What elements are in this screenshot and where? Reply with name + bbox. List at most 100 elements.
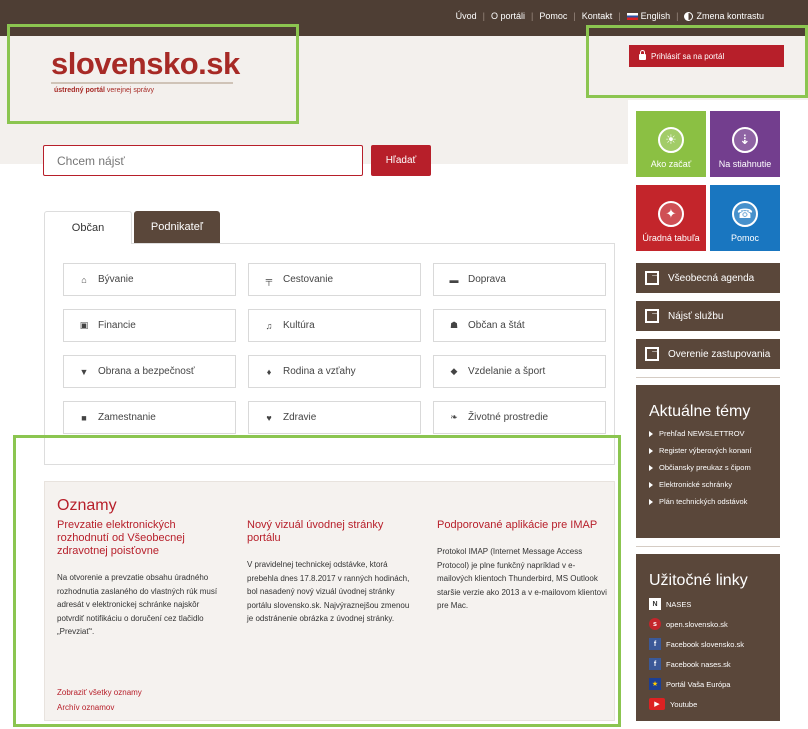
door-exit-icon [645, 268, 661, 285]
useful-link[interactable]: ★ Portál Vaša Európa [649, 678, 780, 690]
link-label: Facebook slovensko.sk [666, 639, 744, 649]
news-body: V pravidelnej technickej odstávke, ktorá… [247, 560, 410, 623]
shield-icon: ▼ [79, 366, 89, 377]
category-doprava[interactable]: ▬ Doprava [433, 263, 606, 296]
topic-label: Plán technických odstávok [659, 497, 748, 506]
tile-label: Úradná tabuľa [642, 233, 700, 243]
tab-podnikatel[interactable]: Podnikateľ [134, 211, 220, 243]
link-label: Facebook nases.sk [666, 659, 731, 669]
tab-obcan[interactable]: Občan [44, 211, 132, 244]
nases-icon: N [649, 598, 661, 610]
useful-link[interactable]: s open.slovensko.sk [649, 618, 780, 630]
link-label: Portál Vaša Európa [666, 679, 731, 689]
search-input[interactable] [43, 145, 363, 176]
topic-link[interactable]: Elektronické schránky [649, 480, 780, 489]
top-nav: Úvod | O portáli | Pomoc | Kontakt | English… [456, 11, 764, 21]
category-obrana[interactable]: ▼ Obrana a bezpečnosť [63, 355, 236, 388]
lightbulb-icon: ☀ [658, 127, 684, 153]
representation-check-button[interactable]: Overenie zastupovania [636, 339, 780, 369]
site-logo[interactable]: slovensko.sk [51, 48, 240, 79]
top-bar: Úvod | O portáli | Pomoc | Kontakt | English… [0, 0, 808, 36]
topic-label: Občiansky preukaz s čipom [659, 463, 751, 472]
triangle-right-icon [649, 430, 653, 437]
category-label: Financie [98, 320, 136, 331]
eu-flag-icon: ★ [649, 678, 661, 690]
topics-title: Aktuálne témy [649, 403, 751, 420]
triangle-right-icon [649, 498, 653, 505]
category-label: Bývanie [98, 274, 134, 285]
nav-pomoc[interactable]: Pomoc [539, 11, 567, 21]
category-rodina[interactable]: ♦ Rodina a vzťahy [248, 355, 421, 388]
all-news-link[interactable]: Zobraziť všetky oznamy [57, 688, 142, 697]
tile-na-stiahnutie[interactable]: ⇣ Na stiahnutie [710, 111, 780, 177]
search-button[interactable]: Hľadať [371, 145, 431, 176]
signpost-icon: ╤ [265, 274, 273, 285]
news-title: Oznamy [57, 497, 117, 514]
topic-link[interactable]: Prehľad NEWSLETTROV [649, 429, 780, 438]
tile-pomoc[interactable]: ☎ Pomoc [710, 185, 780, 251]
category-zivotne-prostredie[interactable]: ❧ Životné prostredie [433, 401, 606, 434]
sidebar-divider [636, 546, 780, 547]
useful-link[interactable]: N NASES [649, 598, 780, 610]
agenda-button[interactable]: Všeobecná agenda [636, 263, 780, 293]
category-zdravie[interactable]: ♥ Zdravie [248, 401, 421, 434]
briefcase-icon: ■ [81, 412, 87, 423]
link-label: open.slovensko.sk [666, 619, 728, 629]
money-icon: ▣ [79, 320, 89, 330]
category-obcan-a-stat[interactable]: ☗ Občan a štát [433, 309, 606, 342]
nav-o-portali[interactable]: O portáli [491, 11, 525, 21]
category-kultura[interactable]: ♫ Kultúra [248, 309, 421, 342]
category-cestovanie[interactable]: ╤ Cestovanie [248, 263, 421, 296]
tile-label: Ako začať [650, 159, 692, 169]
car-icon: ▬ [449, 274, 459, 285]
category-label: Vzdelanie a šport [468, 366, 546, 377]
side-button-label: Nájsť službu [668, 310, 724, 322]
category-financie[interactable]: ▣ Financie [63, 309, 236, 342]
category-label: Zamestnanie [98, 412, 156, 423]
category-label: Obrana a bezpečnosť [98, 366, 195, 377]
nav-separator: | [676, 11, 679, 21]
category-vzdelanie[interactable]: ◆ Vzdelanie a šport [433, 355, 606, 388]
nav-english[interactable]: English [641, 11, 671, 21]
leaf-icon: ❧ [450, 412, 458, 422]
news-body: Protokol IMAP (Internet Message Access P… [437, 547, 607, 610]
news-archive-link[interactable]: Archív oznamov [57, 703, 114, 712]
topic-link[interactable]: Občiansky preukaz s čipom [649, 463, 780, 472]
news-headline[interactable]: Podporované aplikácie pre IMAP [437, 519, 607, 532]
news-item: Nový vizuál úvodnej stránky portálu V pr… [247, 519, 417, 626]
youtube-icon: ▶ [649, 698, 665, 710]
pin-icon: ✦ [658, 201, 684, 227]
category-zamestnanie[interactable]: ■ Zamestnanie [63, 401, 236, 434]
nav-separator: | [531, 11, 534, 21]
news-headline[interactable]: Nový vizuál úvodnej stránky portálu [247, 519, 417, 545]
nav-separator: | [482, 11, 485, 21]
links-title: Užitočné linky [649, 572, 748, 589]
nav-kontakt[interactable]: Kontakt [582, 11, 613, 21]
music-icon: ♫ [265, 320, 273, 331]
nav-uvod[interactable]: Úvod [456, 11, 477, 21]
category-label: Doprava [468, 274, 506, 285]
category-label: Zdravie [283, 412, 317, 423]
news-body: Na otvorenie a prevzatie obsahu úradného… [57, 573, 218, 636]
login-button[interactable]: Prihlásiť sa na portál [629, 45, 784, 67]
find-service-button[interactable]: Nájsť službu [636, 301, 780, 331]
topic-link[interactable]: Plán technických odstávok [649, 497, 780, 506]
door-exit-icon [645, 344, 661, 361]
topic-label: Prehľad NEWSLETTROV [659, 429, 745, 438]
graduation-cap-icon: ◆ [450, 366, 458, 376]
news-headline[interactable]: Prevzatie elektronických rozhodnutí od V… [57, 519, 227, 558]
topic-link[interactable]: Register výberových konaní [649, 446, 780, 455]
useful-link[interactable]: f Facebook nases.sk [649, 658, 780, 670]
door-exit-icon [645, 306, 661, 323]
news-item: Prevzatie elektronických rozhodnutí od V… [57, 519, 227, 639]
useful-link[interactable]: f Facebook slovensko.sk [649, 638, 780, 650]
nav-contrast[interactable]: Zmena kontrastu [696, 11, 764, 21]
news-item: Podporované aplikácie pre IMAP Protokol … [437, 519, 607, 613]
category-byvanie[interactable]: ⌂ Bývanie [63, 263, 236, 296]
side-button-label: Overenie zastupovania [668, 348, 771, 360]
tile-ako-zacat[interactable]: ☀ Ako začať [636, 111, 706, 177]
tile-uradna-tabula[interactable]: ✦ Úradná tabuľa [636, 185, 706, 251]
useful-link[interactable]: ▶ Youtube [649, 698, 780, 710]
category-label: Rodina a vzťahy [283, 366, 356, 377]
tile-label: Na stiahnutie [718, 159, 772, 169]
